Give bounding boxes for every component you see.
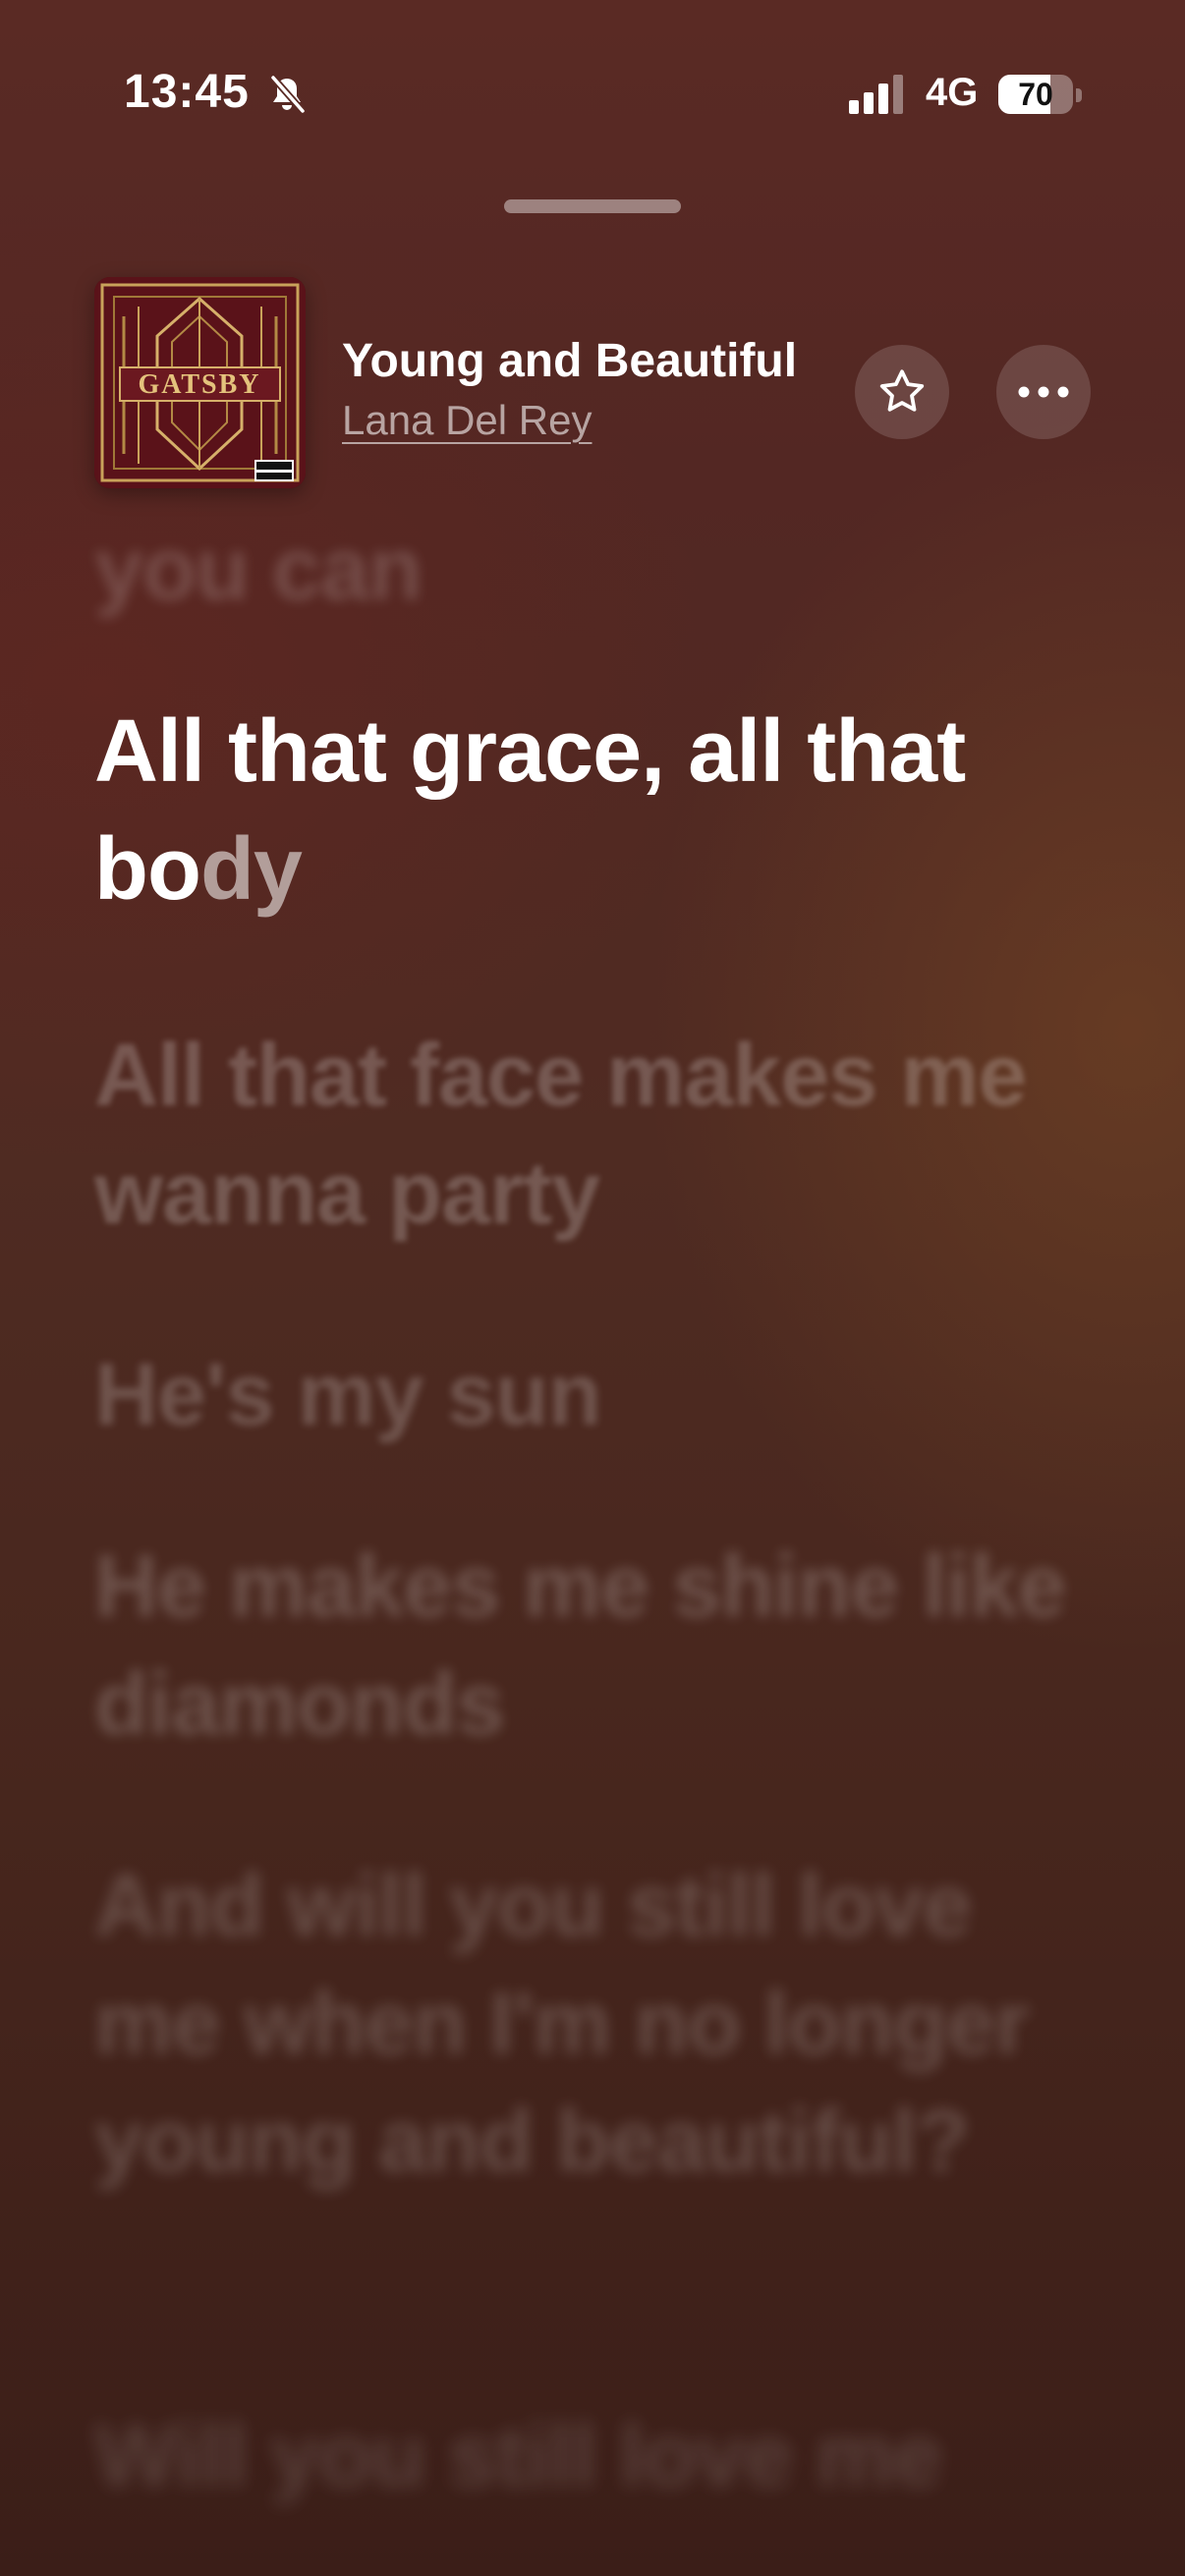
sheet-grabber-handle[interactable] — [504, 199, 681, 213]
network-type: 4G — [926, 71, 979, 114]
more-options-button[interactable] — [996, 345, 1091, 439]
battery-icon: 70 — [998, 75, 1073, 114]
ellipsis-icon — [1018, 386, 1069, 398]
cellular-signal-icon — [849, 75, 903, 114]
lyric-line[interactable]: Will you still love me — [94, 2397, 1077, 2515]
artwork-text: GATSBY — [138, 369, 260, 400]
album-artwork-image: GATSBY — [94, 277, 306, 488]
lyric-current-unsung: dy — [199, 820, 303, 919]
lyric-line[interactable]: He makes me shine like diamonds — [94, 1528, 1077, 1764]
battery-terminal — [1076, 88, 1082, 102]
lyric-line[interactable]: All that face makes me wanna party — [94, 1017, 1077, 1253]
album-artwork[interactable]: GATSBY — [94, 277, 306, 488]
lyric-line-previous[interactable]: you can — [94, 511, 1077, 629]
status-time: 13:45 — [124, 66, 250, 118]
favorite-button[interactable] — [855, 345, 949, 439]
battery-percent: 70 — [1018, 77, 1053, 112]
status-bar: 13:45 4G 70 — [0, 0, 1185, 196]
song-title: Young and Beautiful — [342, 335, 798, 387]
lyric-line[interactable]: He's my sun — [94, 1336, 1077, 1454]
artist-link[interactable]: Lana Del Rey — [342, 397, 592, 444]
lyric-line-current[interactable]: All that grace, all that body — [94, 693, 1077, 928]
lyric-line[interactable]: And will you still love me when I'm no l… — [94, 1847, 1077, 2201]
bell-slash-icon — [269, 74, 307, 115]
star-icon — [879, 369, 925, 412]
